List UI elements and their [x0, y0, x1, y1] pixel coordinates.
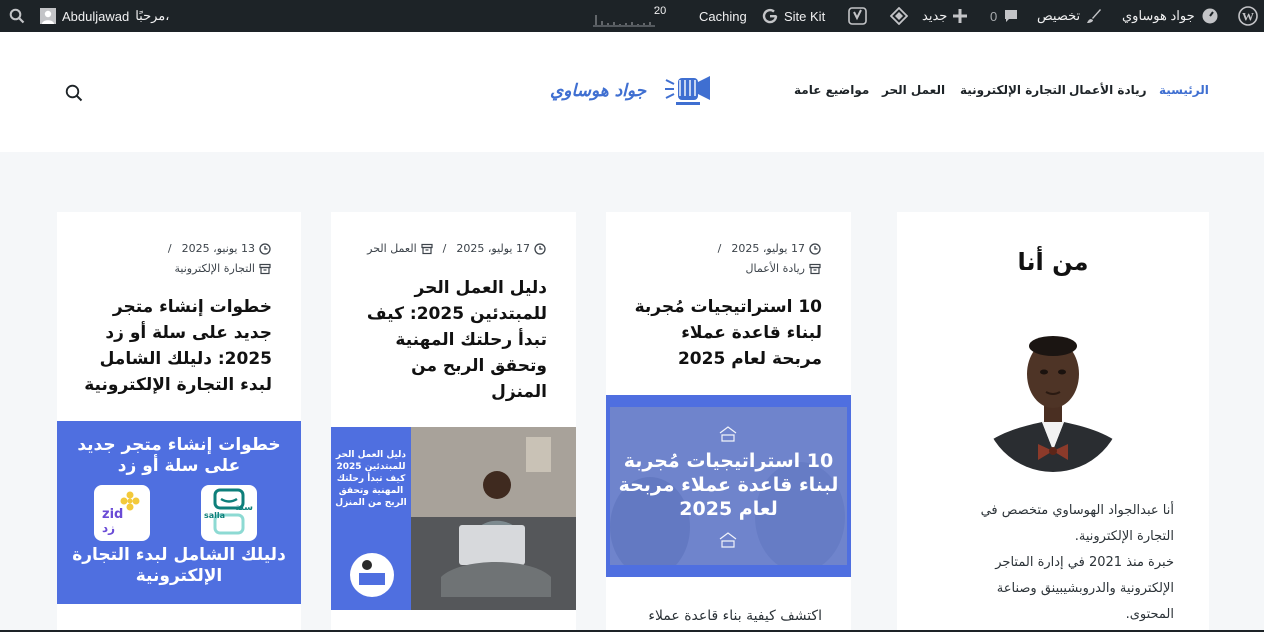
thumbnail-caption: دليل العمل الحر للمبتدئين 2025 كيف تبدأ …: [335, 450, 407, 508]
site-kit-menu[interactable]: Site Kit: [762, 0, 825, 32]
nav-item-home[interactable]: الرئيسية: [1159, 83, 1209, 97]
header-search-icon[interactable]: [65, 84, 83, 106]
meta-separator: /: [167, 242, 172, 255]
site-name-label: جواد هوساوي: [1122, 8, 1195, 23]
post-thumbnail[interactable]: دليل العمل الحر للمبتدئين 2025 كيف تبدأ …: [331, 427, 576, 610]
post-title[interactable]: خطوات إنشاء متجر جديد على سلة أو زد 2025…: [76, 294, 272, 398]
admin-bar: W جواد هوساوي تخصيص 0 جديد Site Kit Cach…: [0, 0, 1264, 32]
dashboard-icon: [1202, 8, 1218, 24]
archive-icon: [809, 263, 821, 274]
post-title[interactable]: دليل العمل الحر للمبتدئين 2025: كيف تبدأ…: [350, 275, 547, 405]
meta-separator: /: [717, 242, 722, 255]
nav-item-entrepreneurship[interactable]: ريادة الأعمال: [1069, 83, 1147, 97]
my-account-menu[interactable]: Abduljawad مرحبًا،: [40, 0, 169, 32]
comment-icon: [1005, 10, 1018, 22]
clock-icon: [259, 242, 271, 255]
post-category[interactable]: العمل الحر: [367, 242, 416, 255]
caching-menu[interactable]: Caching: [699, 0, 747, 32]
post-meta-category[interactable]: ريادة الأعمال: [746, 262, 821, 275]
site-logo[interactable]: جواد هوساوي: [550, 68, 715, 114]
post-date: 13 يونيو، 2025: [181, 242, 255, 255]
new-content-menu[interactable]: جديد: [922, 0, 968, 32]
nav-item-ecommerce[interactable]: التجارة الإلكترونية: [960, 83, 1066, 97]
thumbnail-caption-bottom: دليلك الشامل لبدء التجارة الإلكترونية: [72, 545, 286, 586]
wordpress-icon[interactable]: W: [1238, 0, 1258, 32]
site-kit-label: Site Kit: [784, 8, 826, 24]
post-meta-date: 13 يونيو، 2025 /: [168, 242, 271, 255]
archive-icon: [259, 263, 271, 274]
plus-icon: [953, 9, 968, 23]
post-meta-category[interactable]: التجارة الإلكترونية: [175, 262, 272, 275]
greeting-label: مرحبًا،: [135, 8, 170, 23]
zid-en-label: zid: [102, 507, 124, 522]
post-meta-date: 17 يوليو، 2025 /: [718, 242, 821, 255]
post-excerpt: اكتشف كيفية بناء قاعدة عملاء: [648, 608, 822, 624]
logo-text: جواد هوساوي: [550, 81, 647, 101]
about-line: خبرة منذ 2021 في إدارة المتاجر: [995, 555, 1174, 570]
about-line: التجارة الإلكترونية.: [1074, 529, 1174, 544]
new-label: جديد: [922, 8, 948, 23]
diamond-plugin-icon[interactable]: [890, 0, 908, 32]
meta-separator: /: [442, 242, 447, 255]
post-thumbnail[interactable]: 10 استراتيجيات مُجربة لبناء قاعدة عملاء …: [606, 395, 851, 577]
post-date: 17 يوليو، 2025: [456, 242, 530, 255]
clock-icon: [534, 242, 546, 255]
google-icon: [762, 8, 778, 24]
about-line: المحتوى.: [1125, 607, 1174, 622]
svg-text:W: W: [1242, 10, 1254, 24]
customize-link[interactable]: تخصيص: [1037, 0, 1102, 32]
stats-menu[interactable]: 20: [592, 0, 666, 32]
nav-item-freelance[interactable]: العمل الحر: [882, 83, 945, 97]
avatar: [40, 8, 56, 24]
zid-ar-label: زد: [102, 521, 116, 535]
nav-item-general-topics[interactable]: مواضيع عامة: [794, 83, 869, 97]
comments-count: 0: [990, 8, 998, 24]
fist-megaphone-logo-icon: [665, 76, 711, 105]
zid-logo: zid زد: [94, 485, 150, 541]
site-name-menu[interactable]: جواد هوساوي: [1122, 0, 1219, 32]
post-date: 17 يوليو، 2025: [731, 242, 805, 255]
comments-link[interactable]: 0: [990, 0, 1019, 32]
post-thumbnail[interactable]: خطوات إنشاء متجر جديد على سلة أو زد سلة …: [57, 421, 301, 604]
thumbnail-caption: 10 استراتيجيات مُجربة لبناء قاعدة عملاء …: [618, 450, 839, 520]
salla-ar-label: سلة: [235, 503, 253, 513]
brush-icon: [1087, 9, 1102, 23]
yoast-icon[interactable]: [848, 0, 868, 32]
admin-search-icon[interactable]: [9, 0, 25, 32]
about-line: الإلكترونية والدروبشيبينق وصناعة: [996, 581, 1174, 596]
about-bio: أنا عبدالجواد الهوساوي متخصص في التجارة …: [930, 498, 1174, 628]
archive-icon: [421, 243, 433, 254]
clock-icon: [809, 242, 821, 255]
thumbnail-caption-top: خطوات إنشاء متجر جديد على سلة أو زد: [77, 435, 281, 476]
customize-label: تخصيص: [1037, 8, 1081, 23]
about-line: أنا عبدالجواد الهوساوي متخصص في: [980, 503, 1174, 518]
profile-photo: [984, 330, 1122, 474]
about-heading: من أنا: [1017, 248, 1089, 276]
post-meta-row: 17 يوليو، 2025 / العمل الحر: [367, 242, 546, 255]
caching-label: Caching: [699, 8, 747, 24]
post-category: التجارة الإلكترونية: [174, 262, 256, 275]
post-title[interactable]: 10 استراتيجيات مُجربة لبناء قاعدة عملاء …: [626, 294, 822, 372]
salla-en-label: salla: [204, 511, 226, 520]
post-category: ريادة الأعمال: [745, 262, 805, 275]
salla-logo: سلة salla: [201, 485, 257, 541]
stats-count: 20: [654, 5, 667, 17]
username-label: Abduljawad: [62, 8, 130, 24]
stats-sparkline-icon: [593, 6, 656, 27]
